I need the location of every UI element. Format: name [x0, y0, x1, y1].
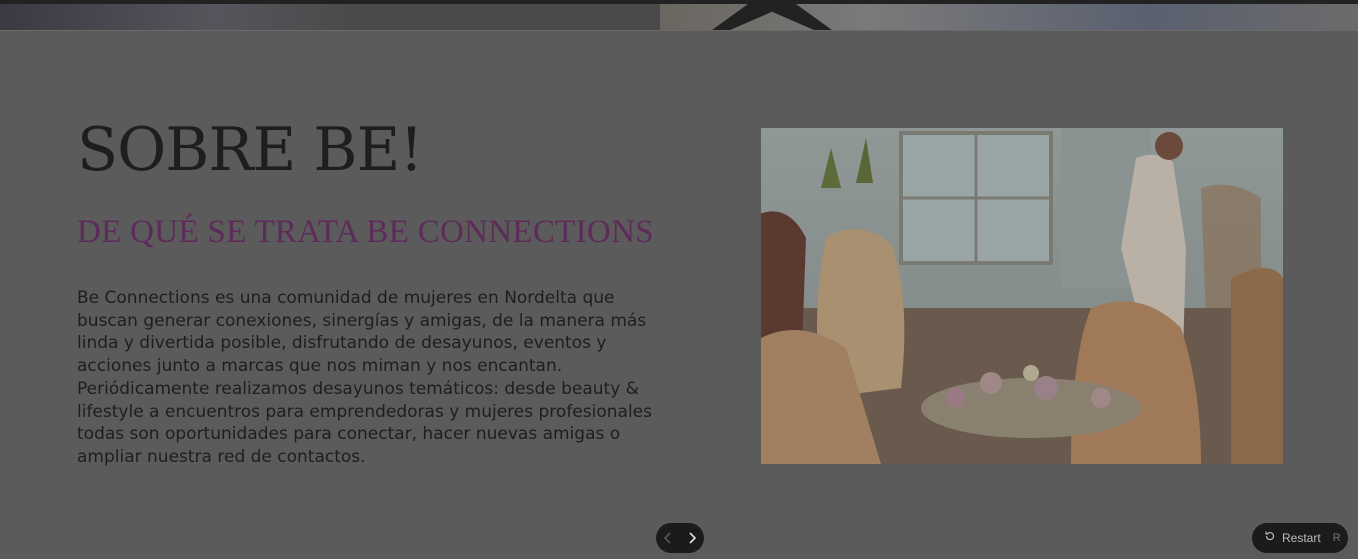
chevron-right-icon[interactable]	[682, 528, 702, 548]
chevron-left-icon[interactable]	[658, 528, 678, 548]
restart-shortcut: R	[1332, 532, 1341, 544]
section-title: SOBRE BE!	[77, 115, 423, 185]
about-section: SOBRE BE! DE QUÉ SE TRATA BE CONNECTIONS…	[77, 110, 657, 469]
header-image-strip	[0, 0, 1358, 31]
restart-label: Restart	[1282, 531, 1321, 545]
section-description: Be Connections es una comunidad de mujer…	[77, 288, 652, 467]
restart-icon	[1264, 529, 1276, 547]
slide-navigation	[656, 523, 704, 553]
event-photo	[761, 128, 1283, 464]
section-subtitle: DE QUÉ SE TRATA BE CONNECTIONS	[77, 214, 654, 250]
restart-button[interactable]: Restart R	[1252, 523, 1348, 553]
